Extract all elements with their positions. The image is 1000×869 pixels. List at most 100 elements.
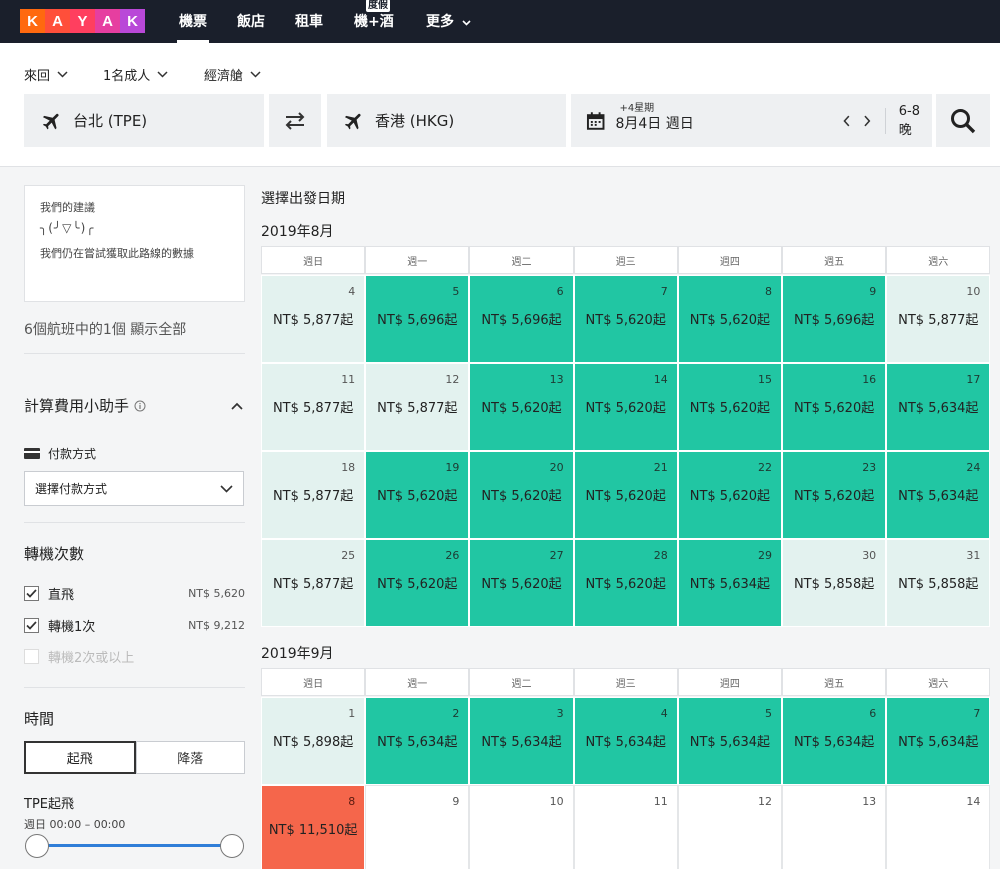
day-price: NT$ 5,898起 [272, 735, 354, 750]
search-button[interactable] [936, 94, 990, 147]
calendar-day-cell[interactable]: 18 NT$ 5,877起 [261, 451, 366, 539]
calendar-day-cell[interactable]: 13 [782, 785, 887, 869]
calendar-day-cell[interactable]: 30 NT$ 5,858起 [782, 539, 887, 627]
departure-label: TPE起飛 [24, 797, 74, 812]
origin-field[interactable]: 台北 (TPE) [24, 94, 264, 147]
calendar-day-cell[interactable]: 4 NT$ 5,877起 [261, 275, 366, 363]
calendar-day-cell[interactable]: 22 NT$ 5,620起 [677, 451, 782, 539]
stops-price: NT$ 5,620 [188, 586, 245, 600]
nav-hotels[interactable]: 飯店 [237, 12, 265, 32]
checkbox[interactable] [24, 617, 39, 633]
day-price: NT$ 5,696起 [481, 313, 562, 328]
chevron-down-icon [220, 484, 233, 493]
calendar-day-cell[interactable]: 7 NT$ 5,620起 [573, 275, 678, 363]
day-price: NT$ 5,620起 [793, 401, 875, 416]
calendar-day-cell[interactable]: 11 NT$ 5,877起 [261, 363, 366, 451]
day-price: NT$ 5,620起 [481, 489, 562, 504]
payment-select-value: 選擇付款方式 [35, 482, 108, 496]
fee-assistant-header[interactable]: 計算費用小助手 [24, 395, 245, 416]
weekday-header: 週日 [261, 246, 366, 274]
calendar-day-cell[interactable]: 19 NT$ 5,620起 [365, 451, 470, 539]
calendar-day-cell[interactable]: 15 NT$ 5,620起 [677, 363, 782, 451]
checkbox[interactable] [24, 585, 39, 601]
fee-assistant-title: 計算費用小助手 [24, 397, 130, 415]
calendar-day-cell[interactable]: 12 NT$ 5,877起 [365, 363, 470, 451]
calendar-day-cell[interactable]: 17 NT$ 5,634起 [886, 363, 991, 451]
chevron-right-icon[interactable] [863, 115, 871, 127]
calendar-day-cell[interactable]: 8 NT$ 5,620起 [677, 275, 782, 363]
destination-field[interactable]: 香港 (HKG) [327, 94, 566, 147]
tab-arrive[interactable]: 降落 [135, 741, 245, 774]
calendar-day-cell[interactable]: 10 NT$ 5,877起 [886, 275, 991, 363]
stops-nonstop-row[interactable]: 直飛 NT$ 5,620 [24, 584, 245, 603]
calendar-day-cell[interactable]: 14 NT$ 5,620起 [573, 363, 678, 451]
calendar-day-cell[interactable]: 23 NT$ 5,620起 [782, 451, 887, 539]
calendar-day-cell[interactable]: 27 NT$ 5,620起 [469, 539, 574, 627]
divider [24, 522, 245, 523]
calendar-day-cell[interactable]: 8 NT$ 11,510起 [261, 785, 366, 869]
day-number: 22 [757, 461, 772, 474]
calendar-day-cell[interactable]: 14 [886, 785, 991, 869]
stops-title: 轉機次數 [24, 545, 85, 563]
travelers-dropdown[interactable]: 1名成人 [103, 65, 168, 84]
calendar-day-cell[interactable]: 9 [365, 785, 470, 869]
nights-value[interactable]: 6-8晚 [899, 104, 932, 138]
kayak-logo[interactable]: K A Y A K [20, 9, 145, 33]
calendar-day-cell[interactable]: 10 [469, 785, 574, 869]
calendar-day-cell[interactable]: 2 NT$ 5,634起 [365, 697, 470, 785]
nav-packages[interactable]: 機+酒 [354, 12, 394, 32]
top-nav: K A Y A K 機票 飯店 租車 度假 機+酒 更多 [0, 0, 1000, 43]
nav-cars[interactable]: 租車 [295, 12, 323, 32]
calendar-day-cell[interactable]: 16 NT$ 5,620起 [782, 363, 887, 451]
date-field[interactable]: +4星期 8月4日 週日 6-8晚 [571, 94, 932, 147]
cabin-dropdown[interactable]: 經濟艙 [204, 65, 261, 84]
calendar-day-cell[interactable]: 29 NT$ 5,634起 [677, 539, 782, 627]
calendar-day-cell[interactable]: 7 NT$ 5,634起 [886, 697, 991, 785]
day-price: NT$ 5,877起 [272, 401, 354, 416]
calendar-day-cell[interactable]: 21 NT$ 5,620起 [573, 451, 678, 539]
stops-one-row[interactable]: 轉機1次 NT$ 9,212 [24, 616, 245, 635]
time-slider-track[interactable] [36, 844, 232, 847]
day-number: 5 [764, 707, 772, 720]
calendar-day-cell[interactable]: 5 NT$ 5,634起 [677, 697, 782, 785]
plane-icon [344, 113, 361, 129]
calendar-day-cell[interactable]: 9 NT$ 5,696起 [782, 275, 887, 363]
day-number: 7 [660, 285, 668, 298]
slider-handle-start[interactable] [25, 834, 49, 858]
calendar-day-cell[interactable]: 28 NT$ 5,620起 [573, 539, 678, 627]
payment-select[interactable]: 選擇付款方式 [24, 471, 244, 506]
calendar-day-cell[interactable]: 20 NT$ 5,620起 [469, 451, 574, 539]
trip-type-dropdown[interactable]: 來回 [24, 65, 68, 84]
day-price: NT$ 5,877起 [272, 489, 354, 504]
plane-icon [42, 113, 59, 129]
day-price: NT$ 5,620起 [585, 489, 666, 504]
weekday-header: 週六 [886, 246, 991, 274]
info-icon[interactable] [134, 400, 146, 412]
calendar-day-cell[interactable]: 26 NT$ 5,620起 [365, 539, 470, 627]
calendar-day-cell[interactable]: 5 NT$ 5,696起 [365, 275, 470, 363]
calendar-day-cell[interactable]: 24 NT$ 5,634起 [886, 451, 991, 539]
nav-flights[interactable]: 機票 [177, 12, 209, 43]
calendar-day-cell[interactable]: 12 [677, 785, 782, 869]
slider-handle-end[interactable] [220, 834, 244, 858]
day-number: 13 [862, 795, 877, 808]
results-count[interactable]: 6個航班中的1個 顯示全部 [24, 319, 186, 339]
calendar-day-cell[interactable]: 6 NT$ 5,696起 [469, 275, 574, 363]
nav-more[interactable]: 更多 [426, 12, 471, 32]
tab-depart[interactable]: 起飛 [24, 741, 136, 774]
calendar-day-cell[interactable]: 11 [573, 785, 678, 869]
payment-label-row: 付款方式 [24, 445, 96, 462]
swap-button[interactable] [269, 94, 321, 147]
calendar-day-cell[interactable]: 13 NT$ 5,620起 [469, 363, 574, 451]
calendar-day-cell[interactable]: 4 NT$ 5,634起 [573, 697, 678, 785]
departure-range: 週日 00:00 – 00:00 [24, 818, 126, 831]
calendar-day-cell[interactable]: 3 NT$ 5,634起 [469, 697, 574, 785]
calendar-day-cell[interactable]: 31 NT$ 5,858起 [886, 539, 991, 627]
weekday-header: 週一 [365, 246, 470, 274]
calendar-day-cell[interactable]: 6 NT$ 5,634起 [782, 697, 887, 785]
day-price: NT$ 5,620起 [689, 489, 771, 504]
chevron-left-icon[interactable] [843, 115, 851, 127]
calendar-day-cell[interactable]: 25 NT$ 5,877起 [261, 539, 366, 627]
calendar-day-cell[interactable]: 1 NT$ 5,898起 [261, 697, 366, 785]
day-number: 8 [764, 285, 772, 298]
